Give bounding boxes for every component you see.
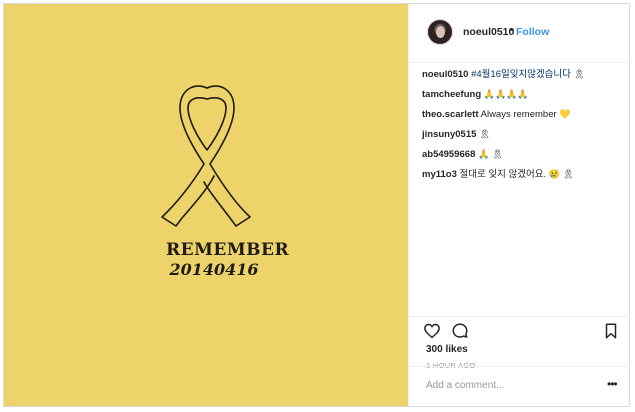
comment-item: theo.scarlett Always remember 💛 [422,108,622,121]
comment-username[interactable]: noeul0510 [422,69,468,80]
comments-list: noeul0510 #4월16일잊지않겠습니다 🎗 tamcheefung 🙏🙏… [422,68,622,188]
add-comment-input[interactable] [424,379,598,392]
comment-item: my11o3 절대로 잊지 않겠어요. 😢 🎗 [422,168,622,181]
comment-username[interactable]: jinsuny0515 [422,129,476,140]
heart-icon[interactable] [423,322,441,340]
avatar[interactable] [427,19,453,45]
ribbon-icon: 🎗 [479,129,491,139]
comment-username[interactable]: my11o3 [422,169,457,180]
header-username[interactable]: noeul0510 [463,26,514,38]
comment-item: jinsuny0515 🎗 [422,128,622,141]
follow-button[interactable]: Follow [516,26,549,38]
comment-item: noeul0510 #4월16일잊지않겠습니다 🎗 [422,68,622,81]
praying-hands-icon: 🙏🙏🙏🙏 [483,89,529,99]
ribbon-icon: 🎗 [573,69,585,79]
yellow-heart-icon: 💛 [559,109,571,119]
separator-dot: • [510,25,514,36]
praying-hands-ribbon-icon: 🙏 🎗 [478,149,504,159]
comment-username[interactable]: tamcheefung [422,89,481,100]
comment-text: 절대로 잊지 않겠어요. [459,169,547,180]
date-text: 20140416 [169,260,259,279]
ribbon-drawing [161,85,251,227]
post-modal: REMEMBER 20140416 noeul0510 • Follow noe… [3,3,630,407]
likes-count[interactable]: 300 likes [426,344,468,355]
comment-item: tamcheefung 🙏🙏🙏🙏 [422,88,622,101]
more-options-icon[interactable]: ••• [607,377,618,391]
remember-text: REMEMBER [166,240,290,260]
bookmark-icon[interactable] [602,322,620,340]
post-header: noeul0510 • Follow [409,4,629,63]
avatar-face [436,26,445,38]
post-sidebar: noeul0510 • Follow noeul0510 #4월16일잊지않겠습… [408,4,630,406]
add-comment-bar: ••• [409,366,630,406]
comment-username[interactable]: ab54959668 [422,149,475,160]
comment-username[interactable]: theo.scarlett [422,109,479,120]
comment-item: ab54959668 🙏 🎗 [422,148,622,161]
comment-hashtag[interactable]: #4월16일잊지않겠습니다 [471,69,571,80]
actions-bar: 300 likes 1 HOUR AGO [409,316,630,370]
comment-text: Always remember [480,109,557,120]
comment-icon[interactable] [451,322,469,340]
post-image: REMEMBER 20140416 [4,4,408,406]
crying-face-ribbon-icon: 😢 🎗 [548,169,574,179]
